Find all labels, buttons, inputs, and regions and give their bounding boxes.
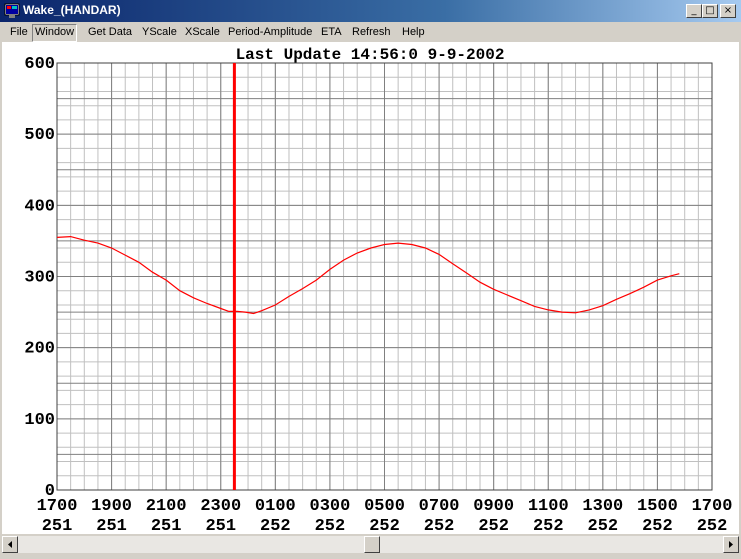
x-tick-time-label: 1700 [692,497,733,516]
chart-title: Last Update 14:56:0 9-9-2002 [236,46,505,64]
y-tick-label: 600 [24,55,55,74]
x-tick-day-label: 252 [260,517,291,534]
x-tick-day-label: 251 [42,517,73,534]
minimize-icon: _ [691,5,697,16]
x-tick-day-label: 252 [424,517,455,534]
y-tick-label: 300 [24,269,55,288]
x-tick-day-label: 252 [315,517,346,534]
menu-file[interactable]: File [8,24,30,40]
window-title: Wake_(HANDAR) [23,3,121,17]
x-tick-day-label: 251 [205,517,236,534]
x-tick-time-label: 0700 [419,497,460,516]
menu-bar: File Window Get Data YScale XScale Perio… [0,22,741,42]
arrow-left-icon [8,541,12,548]
x-tick-day-label: 252 [478,517,509,534]
menu-window[interactable]: Window [32,24,78,42]
app-icon [4,3,20,18]
minimize-button[interactable]: _ [686,4,702,18]
x-tick-day-label: 251 [96,517,127,534]
horizontal-scrollbar[interactable] [2,536,739,553]
menu-yscale[interactable]: YScale [140,24,179,40]
y-tick-label: 500 [24,126,55,145]
scroll-thumb[interactable] [364,536,380,553]
x-tick-time-label: 1500 [637,497,678,516]
x-tick-day-label: 252 [533,517,564,534]
y-tick-label: 100 [24,411,55,430]
title-bar[interactable]: Wake_(HANDAR) _ □ × [0,0,741,22]
x-tick-time-label: 2300 [200,497,241,516]
x-tick-time-label: 1300 [582,497,623,516]
maximize-icon: □ [705,5,715,16]
x-tick-time-label: 0900 [473,497,514,516]
y-tick-label: 200 [24,340,55,359]
x-tick-time-label: 1900 [91,497,132,516]
menu-eta[interactable]: ETA [319,24,344,40]
menu-period-amplitude[interactable]: Period-Amplitude [226,24,314,40]
y-axis: 0100200300400500600 [24,55,55,501]
x-tick-day-label: 251 [151,517,182,534]
scroll-left-button[interactable] [2,536,18,553]
x-tick-day-label: 252 [588,517,619,534]
menu-xscale[interactable]: XScale [183,24,222,40]
x-tick-time-label: 0100 [255,497,296,516]
chart-area: Last Update 14:56:0 9-9-2002 0 100 200 300 4… [2,42,739,534]
x-tick-day-label: 252 [642,517,673,534]
x-tick-time-label: 1100 [528,497,569,516]
scroll-right-button[interactable] [723,536,739,553]
menu-help[interactable]: Help [400,24,427,40]
arrow-right-icon [729,541,733,548]
y-tick-label: 400 [24,197,55,216]
x-tick-day-label: 252 [697,517,728,534]
x-tick-time-label: 0500 [364,497,405,516]
x-tick-time-label: 1700 [37,497,78,516]
x-tick-day-label: 252 [369,517,400,534]
wake-chart: Last Update 14:56:0 9-9-2002 0100 200 300 4… [24,46,733,534]
x-axis: 1700251190025121002512300251010025203002… [37,497,733,534]
x-tick-time-label: 2100 [146,497,187,516]
maximize-button[interactable]: □ [702,4,718,18]
menu-get-data[interactable]: Get Data [86,24,134,40]
application-window: Wake_(HANDAR) _ □ × File Window Get Data… [0,0,741,559]
x-tick-time-label: 0300 [310,497,351,516]
major-grid [56,62,713,491]
close-icon: × [723,5,733,16]
menu-refresh[interactable]: Refresh [350,24,393,40]
close-button[interactable]: × [720,4,736,18]
